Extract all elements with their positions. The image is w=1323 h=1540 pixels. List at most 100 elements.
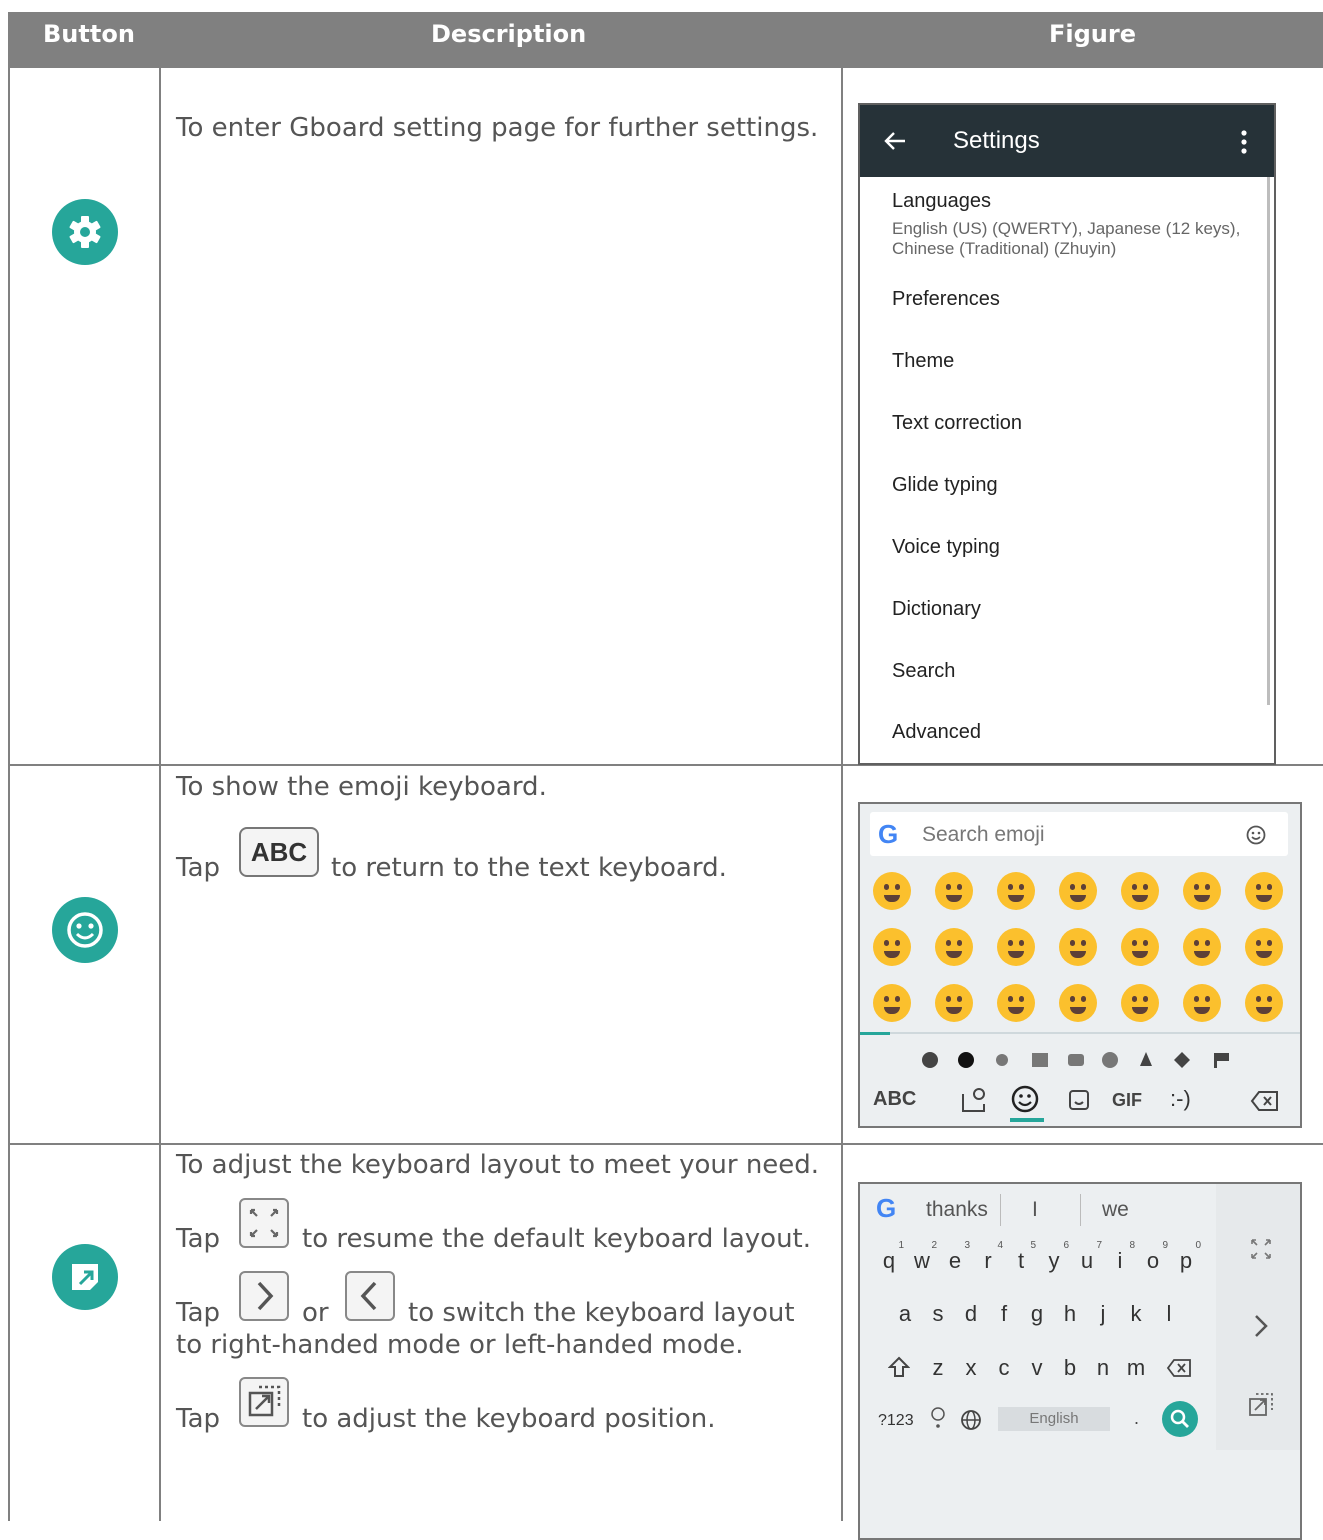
key-d[interactable]: d xyxy=(956,1301,986,1327)
settings-item-search[interactable]: Search xyxy=(892,660,955,683)
emoji[interactable] xyxy=(1121,984,1159,1022)
settings-item-languages[interactable]: Languages xyxy=(892,190,991,213)
key-l[interactable]: l xyxy=(1154,1301,1184,1327)
key-q[interactable]: q1 xyxy=(874,1240,904,1274)
expand-icon[interactable] xyxy=(1248,1236,1274,1262)
suggestion-1[interactable]: thanks xyxy=(926,1198,988,1222)
emoji[interactable] xyxy=(1245,872,1283,910)
search-key[interactable] xyxy=(1162,1401,1198,1437)
symbols-key[interactable]: ?123 xyxy=(878,1412,914,1430)
suggestion-2[interactable]: I xyxy=(1032,1198,1038,1222)
key-w[interactable]: w2 xyxy=(907,1240,937,1274)
emoji[interactable] xyxy=(1245,928,1283,966)
globe-icon[interactable] xyxy=(960,1409,982,1431)
emoji[interactable] xyxy=(1183,872,1221,910)
key-i[interactable]: i8 xyxy=(1105,1240,1135,1274)
row1-description: To enter Gboard setting page for further… xyxy=(176,113,819,143)
abc-key-image: ABC xyxy=(239,827,319,877)
key-p[interactable]: p0 xyxy=(1171,1240,1201,1274)
gif-key[interactable]: GIF xyxy=(1112,1090,1142,1111)
settings-item-glide-typing[interactable]: Glide typing xyxy=(892,474,998,497)
key-z[interactable]: z xyxy=(923,1355,953,1381)
key-label: w xyxy=(914,1248,930,1273)
emoji[interactable] xyxy=(935,928,973,966)
emoji-search-icon[interactable] xyxy=(960,1086,988,1114)
suggestion-3[interactable]: we xyxy=(1102,1198,1129,1222)
row3-or: or xyxy=(302,1298,329,1328)
key-s[interactable]: s xyxy=(923,1301,953,1327)
key-h[interactable]: h xyxy=(1055,1301,1085,1327)
emoji[interactable] xyxy=(1121,928,1159,966)
shift-icon[interactable] xyxy=(888,1356,910,1378)
emoji-search-placeholder: Search emoji xyxy=(922,823,1045,846)
emoji[interactable] xyxy=(997,872,1035,910)
key-k[interactable]: k xyxy=(1121,1301,1151,1327)
emoji[interactable] xyxy=(997,928,1035,966)
abc-key[interactable]: ABC xyxy=(873,1088,916,1111)
key-t[interactable]: t5 xyxy=(1006,1240,1036,1274)
emoji[interactable] xyxy=(1183,928,1221,966)
back-arrow-icon[interactable] xyxy=(884,131,906,151)
emoji[interactable] xyxy=(935,872,973,910)
emoji[interactable] xyxy=(1059,984,1097,1022)
emoji[interactable] xyxy=(1059,928,1097,966)
key-r[interactable]: r4 xyxy=(973,1240,1003,1274)
key-c[interactable]: c xyxy=(989,1355,1019,1381)
backspace-icon[interactable] xyxy=(1250,1090,1280,1112)
emoji[interactable] xyxy=(997,984,1035,1022)
table-border-left xyxy=(8,68,10,1521)
header-figure: Figure xyxy=(1049,20,1136,48)
key-label: t xyxy=(1017,1248,1025,1273)
key-y[interactable]: y6 xyxy=(1039,1240,1070,1274)
emoji-key-icon[interactable] xyxy=(930,1406,946,1432)
emoji[interactable] xyxy=(1245,984,1283,1022)
emoji[interactable] xyxy=(1059,872,1097,910)
emoji[interactable] xyxy=(935,984,973,1022)
row2-description-line1: To show the emoji keyboard. xyxy=(176,772,547,802)
sticker-icon[interactable] xyxy=(1067,1088,1091,1112)
settings-item-dictionary[interactable]: Dictionary xyxy=(892,598,981,621)
emoji[interactable] xyxy=(1121,872,1159,910)
key-u[interactable]: u7 xyxy=(1072,1240,1102,1274)
emoticon-key[interactable]: :-) xyxy=(1170,1086,1191,1112)
scrollbar[interactable] xyxy=(1267,177,1270,705)
key-m[interactable]: m xyxy=(1121,1355,1151,1381)
reposition-icon[interactable] xyxy=(1246,1390,1276,1420)
key-v[interactable]: v xyxy=(1022,1355,1052,1381)
backspace-icon[interactable] xyxy=(1166,1358,1192,1378)
key-x[interactable]: x xyxy=(956,1355,986,1381)
languages-summary-line2: Chinese (Traditional) (Zhuyin) xyxy=(892,239,1117,258)
key-a[interactable]: a xyxy=(890,1301,920,1327)
key-g[interactable]: g xyxy=(1022,1301,1052,1327)
emoji-search-field[interactable]: G Search emoji xyxy=(870,812,1288,856)
key-label: o xyxy=(1146,1248,1160,1273)
space-bar[interactable]: English xyxy=(998,1407,1110,1431)
row2-description-tap: Tap xyxy=(176,853,221,883)
settings-item-voice-typing[interactable]: Voice typing xyxy=(892,536,1000,559)
key-f[interactable]: f xyxy=(989,1301,1019,1327)
smiley-icon[interactable] xyxy=(1246,825,1266,845)
key-o[interactable]: o9 xyxy=(1138,1240,1168,1274)
reposition-icon xyxy=(248,1385,281,1417)
emoji[interactable] xyxy=(1183,984,1221,1022)
period-key[interactable]: . xyxy=(1134,1408,1139,1429)
emoji[interactable] xyxy=(873,928,911,966)
google-g-icon[interactable]: G xyxy=(876,1193,896,1224)
key-n[interactable]: n xyxy=(1088,1355,1118,1381)
more-vert-icon[interactable] xyxy=(1240,130,1248,154)
emoji[interactable] xyxy=(873,872,911,910)
key-b[interactable]: b xyxy=(1055,1355,1085,1381)
key-number: 0 xyxy=(1195,1240,1201,1251)
settings-item-preferences[interactable]: Preferences xyxy=(892,288,1000,311)
chevron-right-icon[interactable] xyxy=(1252,1312,1270,1340)
emoji-icon xyxy=(52,897,118,963)
table-header: Button Description Figure xyxy=(8,12,1323,68)
key-e[interactable]: e3 xyxy=(940,1240,970,1274)
emoji-tab-icon[interactable] xyxy=(1010,1084,1040,1114)
emoji[interactable] xyxy=(873,984,911,1022)
key-number: 8 xyxy=(1129,1240,1135,1251)
key-j[interactable]: j xyxy=(1088,1301,1118,1327)
settings-item-text-correction[interactable]: Text correction xyxy=(892,412,1022,435)
settings-item-theme[interactable]: Theme xyxy=(892,350,954,373)
settings-item-advanced[interactable]: Advanced xyxy=(892,721,981,744)
